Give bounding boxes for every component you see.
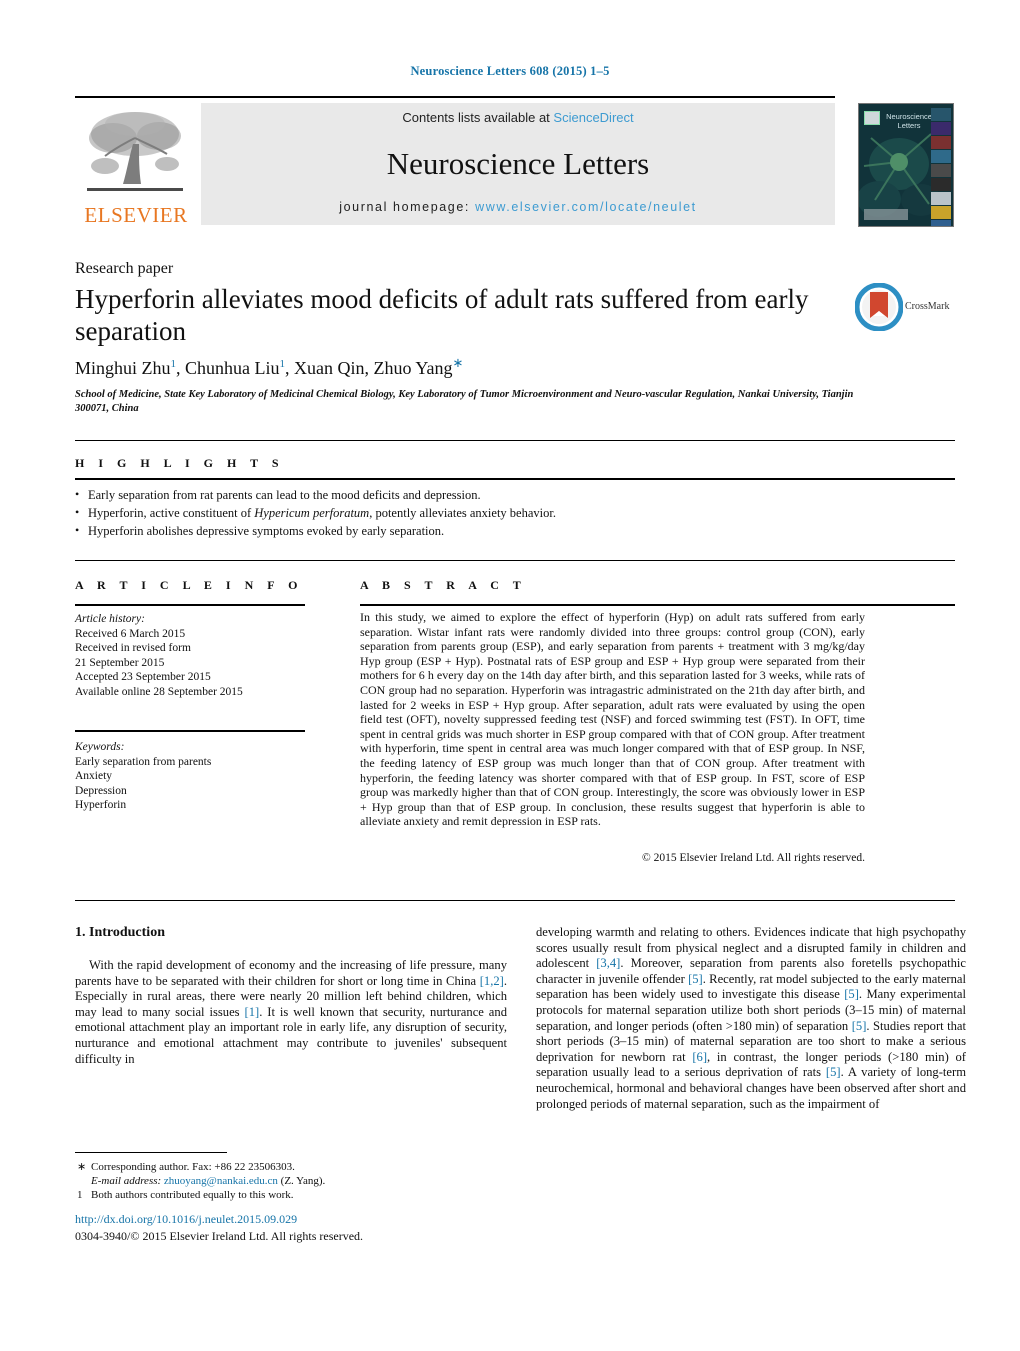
footnote-equal-contribution: 1 Both authors contributed equally to th… <box>75 1188 507 1202</box>
list-item: Early separation from rat parents can le… <box>75 485 865 504</box>
info-top-rule <box>75 560 955 561</box>
highlights-top-rule <box>75 440 955 441</box>
contents-prefix: Contents lists available at <box>402 110 550 125</box>
footnote-email: E-mail address: zhuoyang@nankai.edu.cn (… <box>75 1174 507 1188</box>
list-item: Hyperforin abolishes depressive symptoms… <box>75 521 865 540</box>
elsevier-tree-icon <box>83 104 187 200</box>
journal-masthead: ELSEVIER Contents lists available at Sci… <box>75 100 835 228</box>
email-label: E-mail address: <box>91 1175 162 1187</box>
footnote-marker-asterisk: ∗ <box>77 1161 87 1173</box>
footnote-corresponding-text: Corresponding author. Fax: +86 22 235063… <box>91 1161 295 1173</box>
intro-right-column: developing warmth and relating to others… <box>536 925 966 1112</box>
body-top-rule <box>75 900 955 901</box>
sciencedirect-link[interactable]: ScienceDirect <box>553 110 633 125</box>
homepage-prefix: journal homepage: <box>339 200 470 214</box>
cover-cell <box>931 220 951 226</box>
article-history-item: Accepted 23 September 2015 <box>75 671 211 683</box>
highlights-rule <box>75 478 955 480</box>
keywords-heading: Keywords: <box>75 741 125 753</box>
keyword-item: Depression <box>75 784 127 797</box>
paragraph: With the rapid development of economy an… <box>75 958 507 1066</box>
affiliation: School of Medicine, State Key Laboratory… <box>75 389 854 414</box>
footnote-marker-one: 1 <box>77 1189 83 1201</box>
footnote-corresponding: ∗ Corresponding author. Fax: +86 22 2350… <box>75 1160 507 1174</box>
intro-left-column: With the rapid development of economy an… <box>75 958 507 1067</box>
running-head: Neuroscience Letters 608 (2015) 1–5 <box>410 64 610 78</box>
list-item: Hyperforin, active constituent of Hyperi… <box>75 503 865 522</box>
cover-cell <box>931 150 951 163</box>
article-history-item: 21 September 2015 <box>75 656 165 669</box>
keywords-block: Keywords: Early separation from parents … <box>75 740 315 813</box>
cover-cell <box>931 136 951 149</box>
cover-title: Neuroscience Letters <box>886 112 932 130</box>
contents-available-line: Contents lists available at ScienceDirec… <box>201 110 835 125</box>
cover-footer-band <box>864 209 908 220</box>
keyword-item: Early separation from parents <box>75 755 212 768</box>
crossmark-icon <box>854 282 904 332</box>
abstract-copyright: © 2015 Elsevier Ireland Ltd. All rights … <box>641 852 865 864</box>
elsevier-wordmark: ELSEVIER <box>84 203 188 227</box>
email-link[interactable]: zhuoyang@nankai.edu.cn <box>164 1175 278 1187</box>
elsevier-logo: ELSEVIER <box>75 100 197 228</box>
keyword-item: Hyperforin <box>75 799 127 811</box>
cover-cell <box>931 206 951 219</box>
footnotes: ∗ Corresponding author. Fax: +86 22 2350… <box>75 1160 507 1202</box>
article-history-item: Available online 28 September 2015 <box>75 685 243 698</box>
cover-cell <box>931 164 951 177</box>
section-heading-introduction: 1. Introduction <box>75 925 165 940</box>
article-history-heading: Article history: <box>75 613 145 625</box>
abstract-rule <box>360 604 955 606</box>
email-suffix: (Z. Yang). <box>280 1175 326 1187</box>
author-list: Minghui Zhu1, Chunhua Liu1, Xuan Qin, Zh… <box>75 355 464 378</box>
journal-cover-thumbnail: Neuroscience Letters <box>858 103 954 227</box>
crossmark-badge[interactable]: CrossMark <box>854 282 955 341</box>
paragraph: developing warmth and relating to others… <box>536 925 967 1111</box>
article-history: Article history: Received 6 March 2015 R… <box>75 612 315 699</box>
journal-homepage-line: journal homepage: www.elsevier.com/locat… <box>201 200 835 214</box>
footnote-equal-text: Both authors contributed equally to this… <box>91 1189 294 1201</box>
keyword-item: Anxiety <box>75 770 113 782</box>
cover-cell <box>931 192 951 205</box>
issn-copyright-line: 0304-3940/© 2015 Elsevier Ireland Ltd. A… <box>75 1229 364 1243</box>
highlights-list: Early separation from rat parents can le… <box>75 485 865 540</box>
footnote-rule <box>75 1152 227 1153</box>
cover-publisher-badge <box>864 111 880 125</box>
cover-thumbnail-strip <box>931 108 951 226</box>
masthead-top-rule <box>75 96 835 98</box>
journal-title: Neuroscience Letters <box>386 146 650 181</box>
article-info-rule <box>75 604 305 606</box>
article-type-label: Research paper <box>75 260 174 277</box>
article-info-label: A R T I C L E I N F O <box>75 578 303 592</box>
article-history-item: Received 6 March 2015 <box>75 627 186 640</box>
paper-page: Neuroscience Letters 608 (2015) 1–5 ELSE… <box>0 0 1020 1351</box>
keywords-rule <box>75 730 305 732</box>
cover-cell <box>931 108 951 121</box>
highlights-label: H I G H L I G H T S <box>75 456 285 470</box>
cover-cell <box>931 122 951 135</box>
article-history-item: Received in revised form <box>75 642 191 654</box>
crossmark-label: CrossMark <box>905 301 950 312</box>
abstract-label: A B S T R A C T <box>360 578 527 592</box>
page-title: Hyperforin alleviates mood deficits of a… <box>75 284 809 346</box>
journal-homepage-link[interactable]: www.elsevier.com/locate/neulet <box>475 200 697 214</box>
cover-cell <box>931 178 951 191</box>
abstract-text: In this study, we aimed to explore the e… <box>360 610 865 829</box>
doi-link[interactable]: http://dx.doi.org/10.1016/j.neulet.2015.… <box>75 1212 297 1227</box>
